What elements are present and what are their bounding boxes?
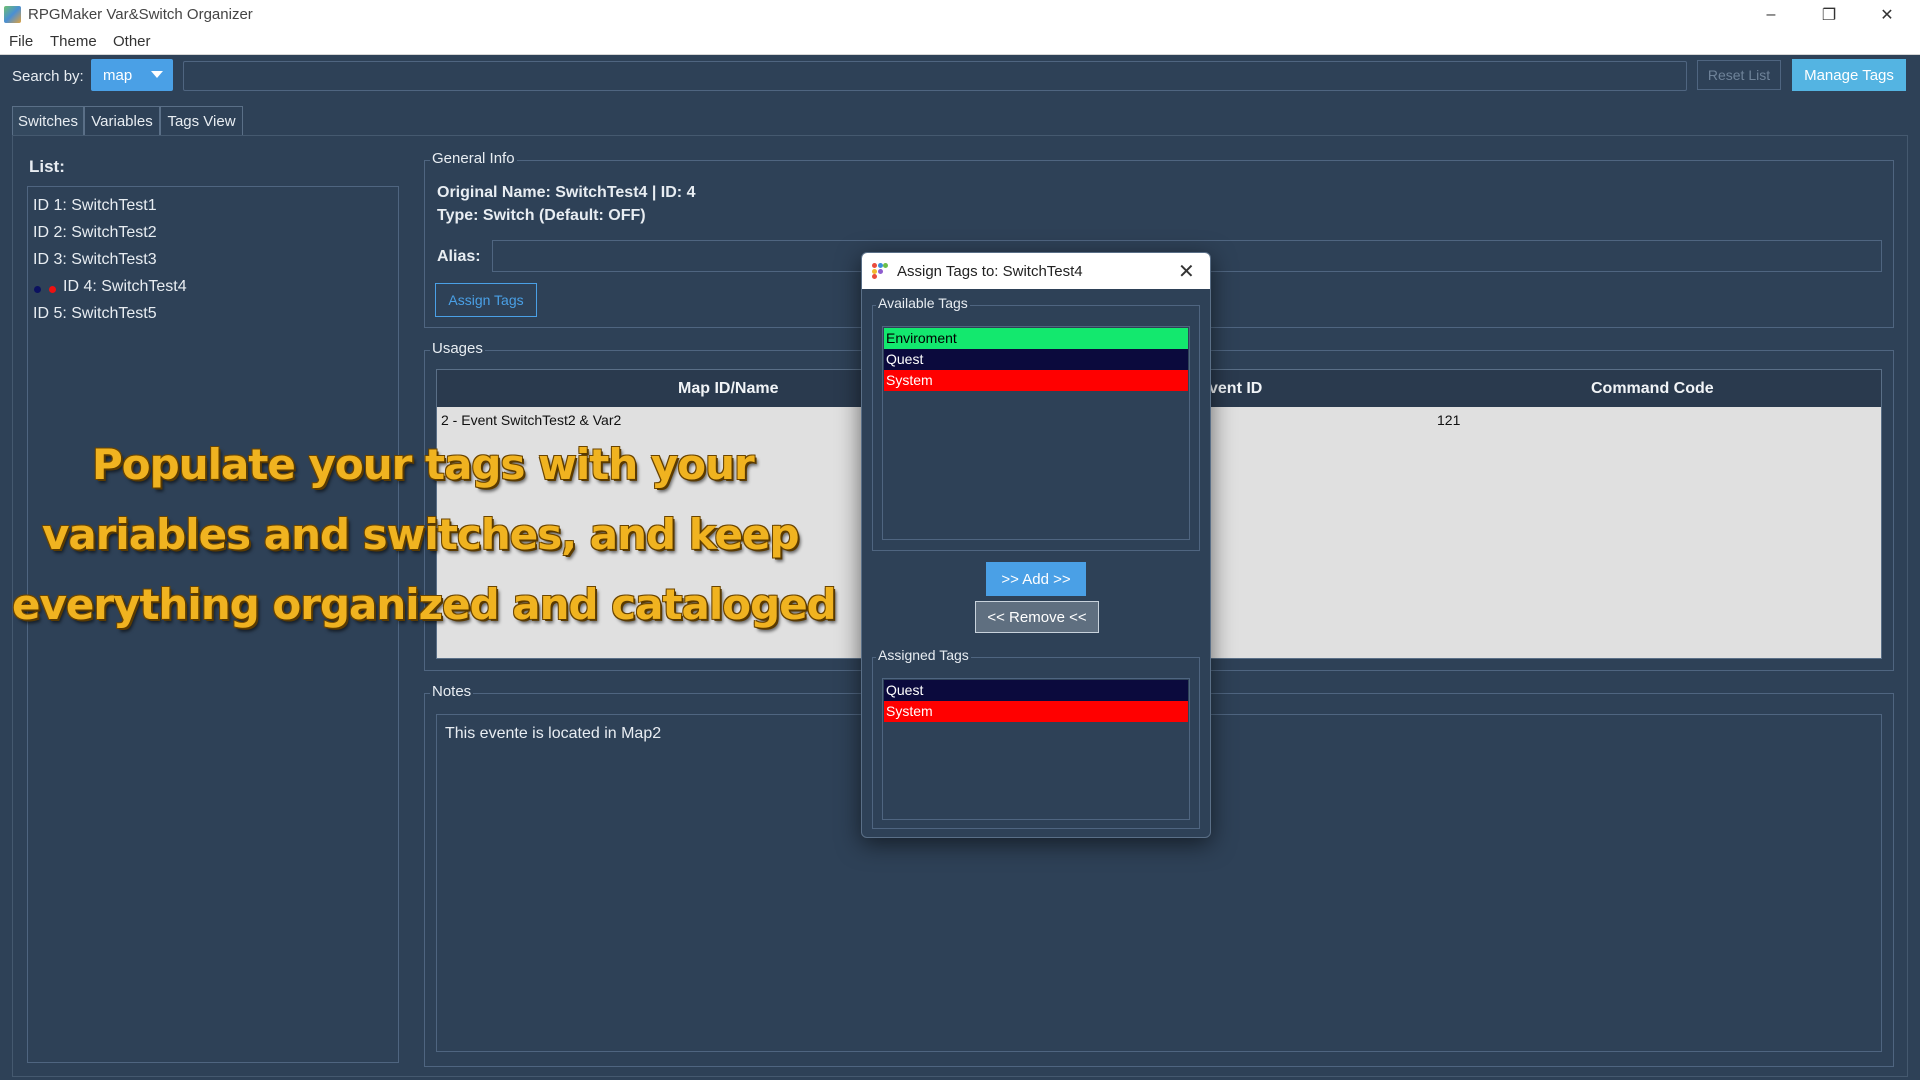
list-item[interactable]: ID 2: SwitchTest2 xyxy=(33,224,157,242)
column-header-map[interactable]: Map ID/Name xyxy=(678,380,778,398)
menu-bar: File Theme Other xyxy=(0,29,1920,55)
search-input[interactable] xyxy=(183,61,1687,91)
app-icon xyxy=(4,6,21,23)
dialog-title-bar: Assign Tags to: SwitchTest4 ✕ xyxy=(862,253,1210,289)
original-name-text: Original Name: SwitchTest4 | ID: 4 xyxy=(437,184,696,201)
menu-file[interactable]: File xyxy=(9,33,33,50)
overlay-caption-line: variables and switches, and keep xyxy=(42,510,800,559)
dialog-title: Assign Tags to: SwitchTest4 xyxy=(897,263,1083,280)
title-bar: RPGMaker Var&Switch Organizer – ❐ ✕ xyxy=(0,0,1920,29)
notes-text: This evente is located in Map2 xyxy=(445,725,662,742)
tag-item-enviroment[interactable]: Enviroment xyxy=(884,328,1188,349)
add-tag-button[interactable]: >> Add >> xyxy=(986,562,1086,596)
remove-tag-button[interactable]: << Remove << xyxy=(975,601,1099,633)
available-tags-title: Available Tags xyxy=(876,295,970,311)
assigned-tags-list[interactable]: Quest System xyxy=(882,678,1190,820)
search-mode-dropdown[interactable]: map xyxy=(91,59,173,91)
list-item[interactable]: ID 5: SwitchTest5 xyxy=(33,305,157,323)
dialog-close-icon[interactable]: ✕ xyxy=(1178,259,1195,284)
overlay-caption-line: everything organized and cataloged xyxy=(12,580,837,629)
general-info-title: General Info xyxy=(430,150,517,167)
table-cell: 2 - Event SwitchTest2 & Var2 xyxy=(441,412,622,428)
available-tags-list[interactable]: Enviroment Quest System xyxy=(882,326,1190,540)
tab-switches[interactable]: Switches xyxy=(12,106,84,135)
manage-tags-button[interactable]: Manage Tags xyxy=(1792,59,1906,91)
assign-tags-dialog: Assign Tags to: SwitchTest4 ✕ Available … xyxy=(861,252,1211,838)
table-cell: 121 xyxy=(1437,412,1461,428)
tag-item-system[interactable]: System xyxy=(884,370,1188,391)
tag-item-quest[interactable]: Quest xyxy=(884,349,1188,370)
tag-dot-icon xyxy=(49,286,56,293)
window-title: RPGMaker Var&Switch Organizer xyxy=(28,6,253,23)
alias-label: Alias: xyxy=(437,248,481,265)
tab-tags-view[interactable]: Tags View xyxy=(160,106,243,135)
tag-dot-icon xyxy=(34,286,41,293)
search-by-label: Search by: xyxy=(12,68,84,85)
tag-item-quest[interactable]: Quest xyxy=(884,680,1188,701)
minimize-button[interactable]: – xyxy=(1748,0,1794,29)
tab-variables[interactable]: Variables xyxy=(84,106,160,135)
list-label: List: xyxy=(29,157,65,176)
menu-theme[interactable]: Theme xyxy=(50,33,97,50)
palette-icon xyxy=(872,263,888,279)
close-button[interactable]: ✕ xyxy=(1864,0,1910,29)
column-header-command-code[interactable]: Command Code xyxy=(1591,380,1714,398)
list-item[interactable]: ID 1: SwitchTest1 xyxy=(33,197,157,215)
chevron-down-icon xyxy=(151,71,163,78)
tag-item-system[interactable]: System xyxy=(884,701,1188,722)
usages-title: Usages xyxy=(430,340,485,357)
restore-button[interactable]: ❐ xyxy=(1806,0,1852,29)
assign-tags-button[interactable]: Assign Tags xyxy=(435,283,537,317)
overlay-caption-line: Populate your tags with your xyxy=(92,440,755,489)
menu-other[interactable]: Other xyxy=(113,33,151,50)
notes-title: Notes xyxy=(430,683,474,700)
list-item[interactable]: ID 3: SwitchTest3 xyxy=(33,251,157,269)
list-item-selected[interactable]: ID 4: SwitchTest4 xyxy=(63,278,187,296)
search-mode-value: map xyxy=(103,67,133,84)
column-header-event-id[interactable]: vent ID xyxy=(1209,380,1262,398)
assigned-tags-title: Assigned Tags xyxy=(876,647,971,663)
reset-list-button[interactable]: Reset List xyxy=(1697,60,1781,90)
type-text: Type: Switch (Default: OFF) xyxy=(437,207,646,224)
